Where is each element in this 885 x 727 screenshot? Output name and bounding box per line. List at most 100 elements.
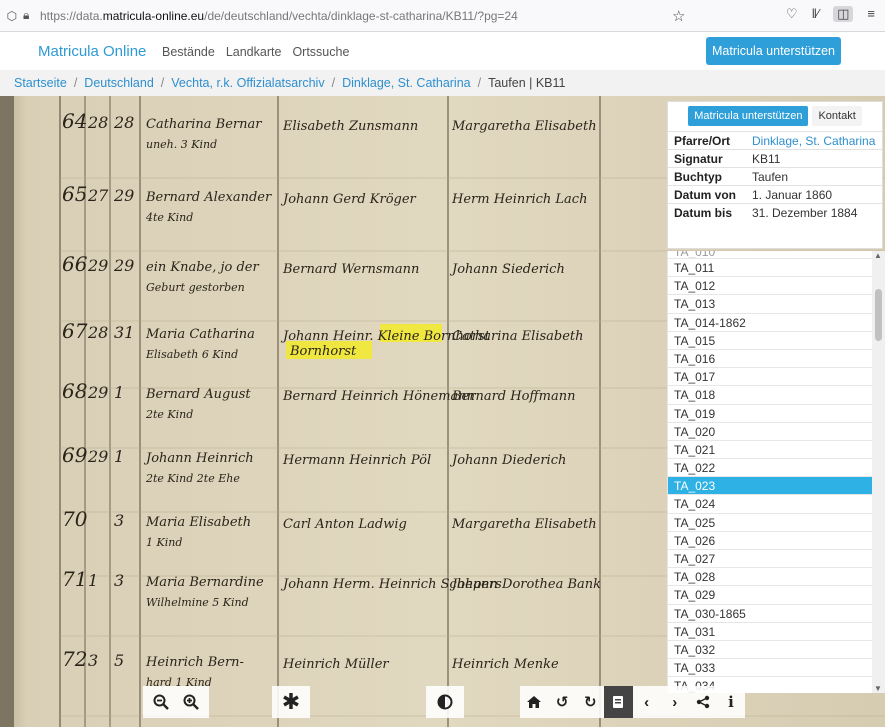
sponsor-name: Margaretha Elisabeth (451, 119, 597, 134)
film-list-item[interactable]: TA_025 (668, 514, 872, 532)
navigation-toolbar: ↺ ↻ ‹ › i (520, 686, 745, 718)
baptism-day: 29 (113, 256, 134, 275)
share-icon[interactable] (689, 686, 717, 718)
film-list-item[interactable]: TA_021 (668, 441, 872, 460)
parents-name: Hermann Heinrich Pöl (282, 453, 431, 468)
breadcrumb-dinklage[interactable]: Dinklage, St. Catharina (342, 76, 471, 90)
asterisk-icon[interactable]: ✱ (276, 686, 306, 718)
birth-day: 29 (87, 256, 108, 275)
filter-toolbar: ✱ (272, 686, 310, 718)
birth-day: 1 (88, 571, 98, 590)
film-list-item[interactable]: TA_028 (668, 568, 872, 587)
contact-button[interactable]: Kontakt (812, 106, 862, 126)
nav-link-landkarte[interactable]: Landkarte (226, 45, 282, 59)
info-icon[interactable]: i (717, 686, 745, 718)
zoom-toolbar (143, 686, 209, 718)
rotate-left-icon[interactable]: ↺ (548, 686, 576, 718)
film-list-item[interactable]: TA_012 (668, 277, 872, 296)
film-list-item[interactable]: TA_022 (668, 459, 872, 478)
scroll-up-icon[interactable]: ▲ (874, 251, 882, 260)
zoom-in-icon[interactable] (176, 686, 206, 718)
sponsor-name: Johann Siederich (449, 262, 565, 277)
sponsor-name: Johann Dorothea Bank (449, 577, 601, 592)
film-list-item[interactable]: TA_027 (668, 550, 872, 569)
film-list-item[interactable]: TA_032 (668, 641, 872, 660)
menu-icon[interactable]: ≡ (867, 6, 875, 22)
chevron-left-icon[interactable]: ‹ (633, 686, 661, 718)
browser-url-bar[interactable]: ⬡ 🔒︎ https://data.matricula-online.eu/de… (0, 0, 885, 32)
sidebar-icon[interactable]: ◫ (833, 6, 854, 22)
site-brand[interactable]: Matricula Online (38, 43, 146, 60)
film-list-item[interactable]: TA_014-1862 (668, 314, 872, 332)
birth-day: 27 (87, 186, 109, 205)
url-prefix: https://data. (40, 8, 103, 23)
scroll-down-icon[interactable]: ▼ (874, 684, 882, 693)
film-list-item[interactable]: TA_033 (668, 659, 872, 678)
child-note: 2te Kind 2te Ehe (145, 472, 240, 485)
shield-icon[interactable]: ⬡ (7, 9, 17, 23)
lock-icon[interactable]: 🔒︎ (23, 8, 29, 23)
film-list-item[interactable]: TA_017 (668, 368, 872, 387)
home-icon[interactable] (520, 686, 548, 718)
url-text[interactable]: https://data.matricula-online.eu/de/deut… (40, 9, 518, 23)
film-list-item[interactable]: TA_018 (668, 386, 872, 405)
birth-day: 29 (87, 383, 108, 402)
nav-link-bestaende[interactable]: Bestände (162, 45, 215, 59)
film-list-item[interactable]: TA_026 (668, 532, 872, 550)
url-path: /de/deutschland/vechta/dinklage-st-catha… (204, 8, 518, 23)
entry-number: 67 (62, 319, 88, 343)
film-list-item[interactable]: TA_011 (668, 259, 872, 278)
bookmark-star-icon[interactable]: ☆ (672, 7, 685, 25)
zoom-out-icon[interactable] (146, 686, 176, 718)
metadata-table: Pfarre/Ort Dinklage, St. Catharina Signat… (668, 131, 882, 222)
parish-link[interactable]: Dinklage, St. Catharina (746, 132, 882, 150)
list-item-partial[interactable]: TA_010 (668, 251, 872, 259)
chevron-right-icon[interactable]: › (661, 686, 689, 718)
entry-number: 70 (62, 507, 88, 531)
film-list[interactable]: TA_010 TA_011 TA_012 TA_013 TA_014-1862 TA_0… (667, 251, 872, 693)
scroll-thumb[interactable] (875, 289, 882, 341)
meta-row: Signatur KB11 (668, 149, 882, 168)
nav-link-ortssuche[interactable]: Ortssuche (292, 45, 349, 59)
meta-row: Buchtyp Taufen (668, 167, 882, 186)
film-list-scrollbar[interactable]: ▲ ▼ (872, 251, 885, 693)
support-button[interactable]: Matricula unterstützen (706, 37, 841, 65)
child-name: Catharina Bernar (146, 117, 262, 132)
library-icon[interactable]: ‖∕ (812, 6, 820, 22)
baptism-day: 1 (114, 383, 124, 402)
breadcrumb-deutschland[interactable]: Deutschland (84, 76, 154, 90)
film-list-item[interactable]: TA_016 (668, 350, 872, 369)
entry-number: 71 (62, 567, 87, 591)
child-name: Maria Catharina (145, 327, 255, 342)
sponsor-name: Bernard Hoffmann (451, 389, 575, 404)
child-note: 1 Kind (146, 536, 182, 549)
rotate-right-icon[interactable]: ↻ (576, 686, 604, 718)
child-name: Maria Bernardine (145, 575, 264, 590)
highlighted-word: Bornhorst (289, 344, 357, 359)
baptism-day: 3 (114, 571, 124, 590)
film-list-item[interactable]: TA_020 (668, 423, 872, 441)
breadcrumb: Startseite / Deutschland / Vechta, r.k. … (0, 70, 885, 96)
child-note: 4te Kind (145, 211, 193, 224)
breadcrumb-vechta[interactable]: Vechta, r.k. Offizialatsarchiv (171, 76, 324, 90)
sponsor-name: Johann Diederich (449, 453, 566, 468)
film-list-item[interactable]: TA_031 (668, 623, 872, 641)
film-list-item[interactable]: TA_023 (668, 477, 872, 496)
film-list-item[interactable]: TA_030-1865 (668, 605, 872, 623)
breadcrumb-startseite[interactable]: Startseite (14, 76, 67, 90)
film-list-item[interactable]: TA_015 (668, 332, 872, 350)
contrast-icon[interactable] (430, 686, 460, 718)
book-icon[interactable] (604, 686, 633, 718)
sponsor-name: Herm Heinrich Lach (451, 192, 587, 207)
film-list-item[interactable]: TA_029 (668, 586, 872, 605)
browser-lead-icons: ⬡ 🔒︎ (0, 8, 36, 23)
film-list-item[interactable]: TA_013 (668, 295, 872, 314)
contrast-toolbar (426, 686, 464, 718)
film-list-item[interactable]: TA_024 (668, 495, 872, 514)
film-list-item[interactable]: TA_019 (668, 405, 872, 423)
child-name: Bernard August (145, 387, 251, 402)
panel-support-button[interactable]: Matricula unterstützen (688, 106, 809, 126)
pocket-icon[interactable]: ♡ (786, 6, 798, 22)
child-name: Bernard Alexander (145, 190, 272, 205)
birth-day: 3 (88, 651, 98, 670)
